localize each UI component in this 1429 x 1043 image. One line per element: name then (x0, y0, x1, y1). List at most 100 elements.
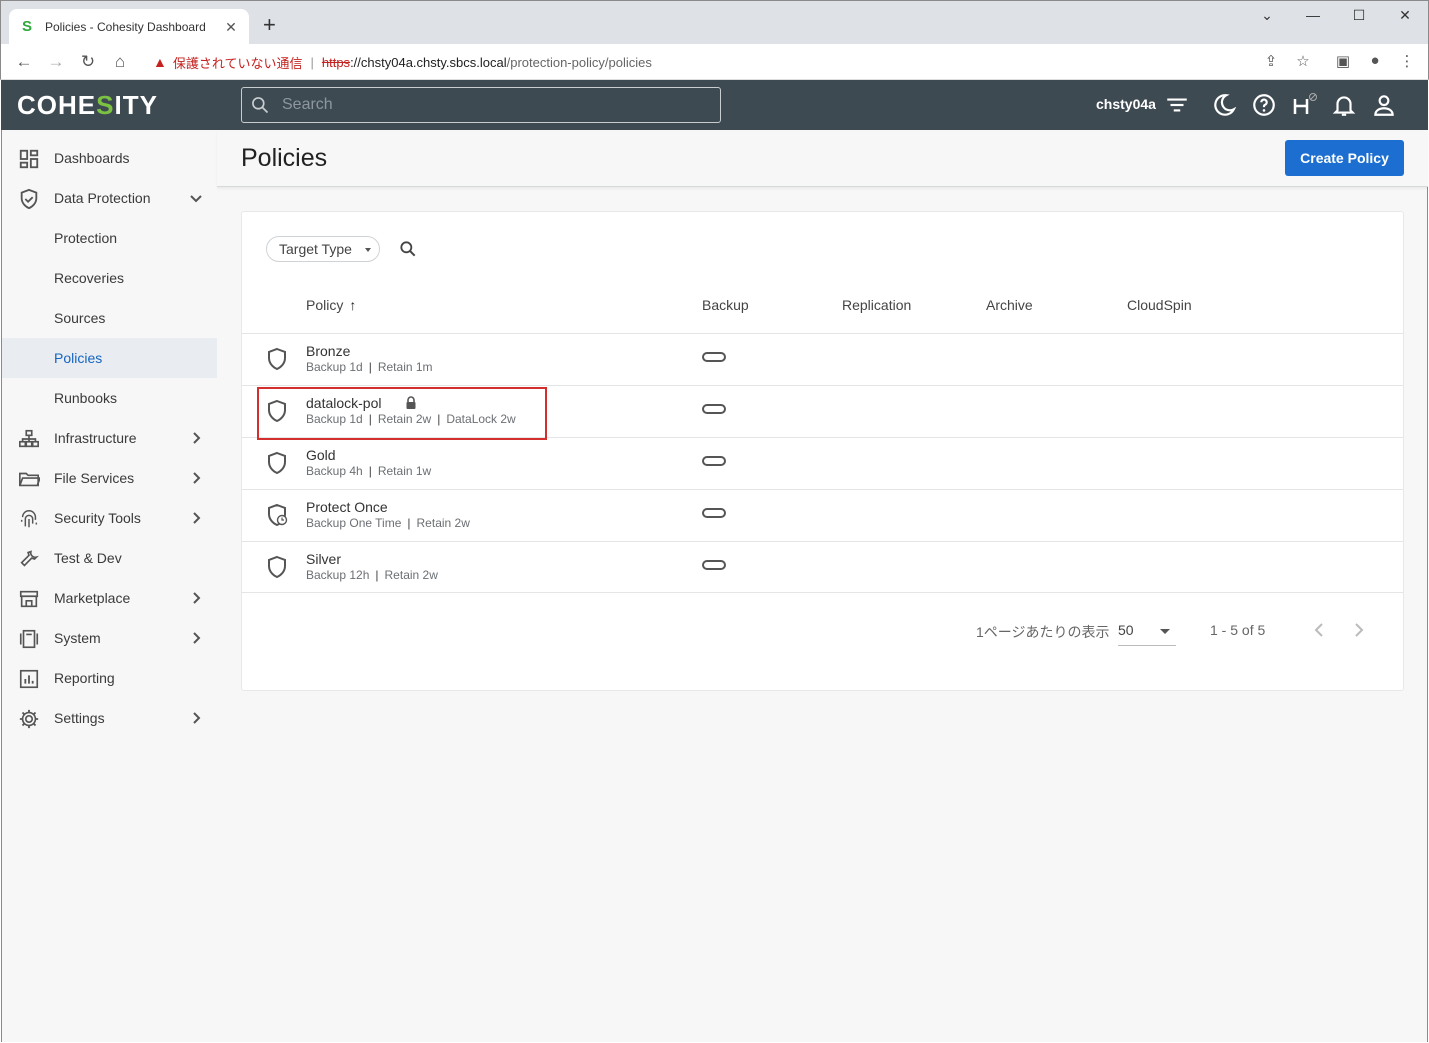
window-minimize-icon[interactable]: — (1290, 7, 1336, 23)
backup-pill-icon (702, 404, 726, 414)
backup-pill-icon (702, 456, 726, 466)
insecure-warning: 保護されていない通信 (172, 55, 303, 71)
sidebar-item-dashboards[interactable]: Dashboards (2, 138, 218, 178)
sidebar-item-marketplace[interactable]: Marketplace (2, 578, 218, 618)
sidebar-item-data-protection[interactable]: Data Protection (2, 178, 218, 218)
bookmark-star-icon[interactable]: ☆ (1293, 52, 1313, 70)
next-page-icon[interactable] (1348, 619, 1370, 641)
sidebar-item-label: Reporting (54, 670, 115, 686)
sidebar-item-label: Settings (54, 710, 105, 726)
table-row[interactable]: Bronze Backup 1d | Retain 1m (242, 333, 1403, 385)
notifications-bell-icon[interactable] (1331, 92, 1357, 118)
forward-icon[interactable]: → (45, 51, 67, 73)
sidebar-item-protection[interactable]: Protection (2, 218, 218, 258)
main-content: Policies Create Policy Target Type Polic… (217, 130, 1428, 1042)
chart-icon (19, 669, 39, 689)
more-menu-icon[interactable]: ⋮ (1397, 52, 1417, 70)
browser-tab[interactable]: S Policies - Cohesity Dashboard ✕ (9, 9, 249, 45)
user-account-icon[interactable] (1371, 92, 1397, 118)
app-header: COHESITY chsty04a (1, 80, 1428, 130)
sidebar-item-policies[interactable]: Policies (2, 338, 218, 378)
url-host: ://chsty04a.chsty.sbcs.local (350, 54, 507, 70)
policy-name[interactable]: Protect Once (306, 499, 388, 515)
previous-page-icon[interactable] (1308, 619, 1330, 641)
table-row[interactable]: Silver Backup 12h | Retain 2w (242, 541, 1403, 593)
create-policy-button[interactable]: Create Policy (1285, 140, 1404, 176)
home-icon[interactable]: ⌂ (109, 51, 131, 73)
sidebar-item-label: Runbooks (54, 390, 118, 406)
chevron-right-icon (193, 712, 201, 724)
per-page-label: 1ページあたりの表示 (976, 624, 1110, 640)
sidebar-item-reporting[interactable]: Reporting (2, 658, 218, 698)
table-row[interactable]: Gold Backup 4h | Retain 1w (242, 437, 1403, 489)
helios-icon[interactable] (1291, 92, 1317, 118)
profile-icon[interactable]: ● (1365, 52, 1385, 69)
policy-name[interactable]: Bronze (306, 343, 350, 359)
new-tab-icon[interactable]: + (263, 13, 276, 37)
backup-pill-icon (702, 560, 726, 570)
chevron-down-icon (190, 195, 202, 203)
search-input[interactable] (282, 96, 702, 114)
sidebar-item-sources[interactable]: Sources (2, 298, 218, 338)
page-header: Policies Create Policy (217, 130, 1428, 187)
sidebar-item-infrastructure[interactable]: Infrastructure (2, 418, 218, 458)
filter-icon[interactable] (1164, 92, 1190, 118)
pagination-range: 1 - 5 of 5 (1210, 622, 1266, 638)
column-header-replication: Replication (842, 297, 912, 313)
policy-name[interactable]: Gold (306, 447, 336, 463)
url-path: /protection-policy/policies (506, 54, 652, 70)
global-search[interactable] (241, 87, 721, 123)
shield-icon (268, 555, 286, 579)
window-close-icon[interactable]: ✕ (1382, 7, 1428, 24)
side-panel-icon[interactable]: ▣ (1333, 52, 1353, 70)
chevron-right-icon (193, 632, 201, 644)
cluster-name[interactable]: chsty04a (1096, 96, 1156, 112)
sidebar-item-security-tools[interactable]: Security Tools (2, 498, 218, 538)
sidebar-item-file-services[interactable]: File Services (2, 458, 218, 498)
policy-details: Backup 12h | Retain 2w (306, 568, 438, 582)
sidebar-item-test-dev[interactable]: Test & Dev (2, 538, 218, 578)
sidebar-item-label: Dashboards (54, 150, 130, 166)
window-tab-search-icon[interactable]: ⌄ (1244, 7, 1290, 24)
sidebar-item-label: Data Protection (54, 190, 151, 206)
backup-pill-icon (702, 352, 726, 362)
chevron-right-icon (193, 472, 201, 484)
filter-label: Target Type (279, 241, 352, 257)
policies-card: Target Type Policy ↑ Backup Replication A… (241, 211, 1404, 691)
sidebar-item-settings[interactable]: Settings (2, 698, 218, 738)
cohesity-favicon-icon: S (21, 18, 32, 35)
table-row[interactable]: Protect Once Backup One Time | Retain 2w (242, 489, 1403, 541)
shield-icon (268, 451, 286, 475)
infrastructure-icon (19, 429, 39, 448)
window-maximize-icon[interactable]: ☐ (1336, 7, 1382, 24)
tab-title: Policies - Cohesity Dashboard (45, 20, 206, 34)
sidebar-item-runbooks[interactable]: Runbooks (2, 378, 218, 418)
backup-pill-icon (702, 508, 726, 518)
target-type-filter[interactable]: Target Type (266, 236, 380, 262)
browser-tab-bar: S Policies - Cohesity Dashboard ✕ + ⌄ — … (0, 0, 1429, 45)
url-field[interactable]: ▲ 保護されていない通信 | https ://chsty04a.chsty.s… (141, 48, 1321, 76)
warning-icon: ▲ (153, 54, 167, 70)
cohesity-logo[interactable]: COHESITY (17, 90, 158, 121)
share-icon[interactable]: ⇪ (1261, 52, 1281, 70)
dark-mode-icon[interactable] (1211, 92, 1237, 118)
sidebar-item-recoveries[interactable]: Recoveries (2, 258, 218, 298)
column-header-cloudspin: CloudSpin (1127, 297, 1192, 313)
per-page-select[interactable]: 50 (1118, 616, 1176, 646)
caret-down-icon (365, 248, 371, 252)
sidebar-item-system[interactable]: System (2, 618, 218, 658)
column-header-backup: Backup (702, 297, 749, 313)
back-icon[interactable]: ← (13, 51, 35, 73)
help-icon[interactable] (1251, 92, 1277, 118)
wrench-icon (20, 550, 39, 567)
policy-name[interactable]: Silver (306, 551, 341, 567)
highlight-box (257, 387, 547, 440)
shield-check-icon (20, 188, 38, 210)
store-icon (19, 590, 39, 608)
reload-icon[interactable]: ↻ (77, 51, 99, 73)
fingerprint-icon (20, 510, 38, 528)
policy-details: Backup One Time | Retain 2w (306, 516, 470, 530)
tab-close-icon[interactable]: ✕ (223, 19, 239, 36)
search-icon[interactable] (398, 239, 418, 259)
column-header-policy[interactable]: Policy ↑ (306, 297, 356, 313)
